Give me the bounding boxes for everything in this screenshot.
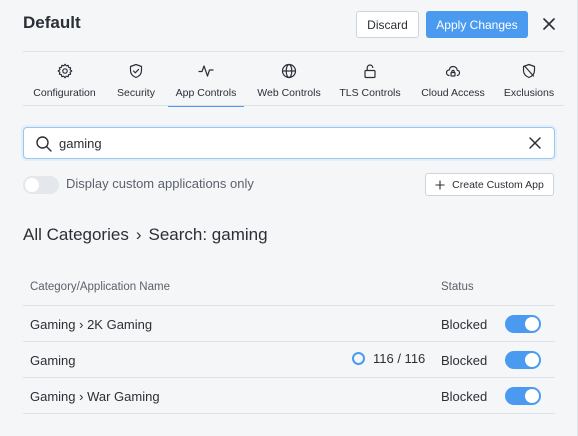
close-button[interactable] [540,15,558,33]
toggle-knob [525,317,539,331]
tab-bar: Configuration Security App Controls Web … [23,52,564,107]
toggle-knob [525,389,539,403]
tab-label: Exclusions [503,87,555,99]
column-header-status: Status [441,281,474,293]
tab-web-controls[interactable]: Web Controls [252,52,326,105]
tab-label: TLS Controls [339,87,401,99]
page-title: Default [23,13,81,32]
table-row[interactable]: Gaming › 2K Gaming Blocked [23,306,555,342]
discard-button[interactable]: Discard [356,11,419,38]
tab-label: Web Controls [257,87,321,99]
tab-security[interactable]: Security [111,52,161,105]
create-custom-app-button[interactable]: Create Custom App [425,173,554,196]
row-status: Blocked [441,353,488,368]
row-status: Blocked [441,317,488,332]
search-box [23,127,555,159]
shield-off-icon [520,62,538,80]
lock-icon [361,62,379,80]
breadcrumb-separator: › [135,225,142,244]
breadcrumb: All Categories › Search: gaming [23,225,268,245]
table-row[interactable]: Gaming › War Gaming Blocked [23,378,555,414]
row-block-toggle[interactable] [505,351,541,369]
shield-check-icon [127,62,145,80]
row-status: Blocked [441,389,488,404]
toggle-knob [525,353,539,367]
breadcrumb-root[interactable]: All Categories [23,225,129,244]
row-block-toggle[interactable] [505,315,541,333]
tab-configuration[interactable]: Configuration [23,52,106,105]
globe-icon [280,62,298,80]
clear-search-icon[interactable] [528,136,542,150]
tab-exclusions[interactable]: Exclusions [499,52,559,105]
cloud-lock-icon [444,62,462,80]
close-icon [543,18,555,30]
tab-label: Security [117,87,155,99]
row-name: Gaming › 2K Gaming [30,317,153,332]
custom-apps-toggle[interactable] [23,176,59,194]
create-custom-app-label: Create Custom App [452,178,544,191]
search-input[interactable] [59,134,509,152]
custom-apps-toggle-label: Display custom applications only [66,176,254,191]
row-app-count: 116 / 116 [352,351,425,366]
table-header: Category/Application Name Status [23,270,555,306]
row-block-toggle[interactable] [505,387,541,405]
tabs-divider [23,105,564,106]
tab-cloud-access[interactable]: Cloud Access [415,52,491,105]
apply-changes-button[interactable]: Apply Changes [426,11,528,38]
tab-tls-controls[interactable]: TLS Controls [334,52,406,105]
column-header-name: Category/Application Name [30,281,170,293]
tab-app-controls[interactable]: App Controls [168,52,244,107]
toggle-knob [25,178,39,192]
plus-icon [435,180,445,189]
table-row[interactable]: Gaming 116 / 116 Blocked [23,342,555,378]
progress-ring-icon [352,352,365,365]
activity-icon [197,62,215,80]
breadcrumb-current: Search: gaming [148,225,268,244]
tab-label: Cloud Access [421,87,485,99]
policy-panel: Default Discard Apply Changes Configurat… [0,0,578,436]
gear-icon [56,62,74,80]
row-name: Gaming [30,353,76,368]
applications-table: Category/Application Name Status Gaming … [23,270,555,414]
search-icon [35,135,53,153]
row-name: Gaming › War Gaming [30,389,160,404]
row-count-text: 116 / 116 [373,351,426,366]
tab-label: App Controls [175,87,237,99]
tab-label: Configuration [33,87,96,99]
